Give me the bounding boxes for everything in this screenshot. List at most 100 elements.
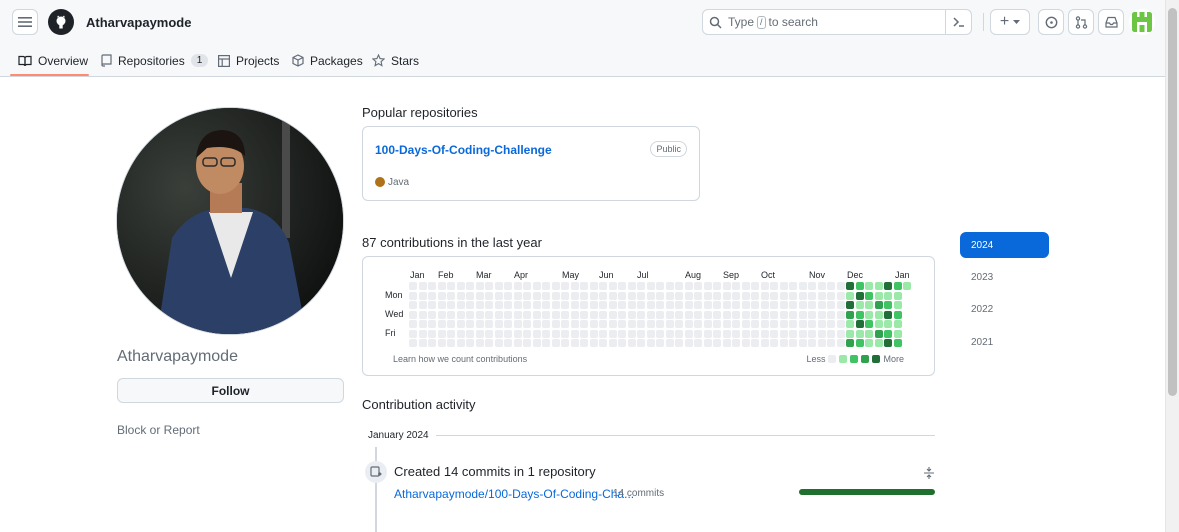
contribution-day-cell[interactable] [494,310,503,319]
contribution-day-cell[interactable] [893,301,902,309]
contribution-day-cell[interactable] [836,301,845,309]
contribution-day-cell[interactable] [589,301,598,309]
contribution-day-cell[interactable] [865,282,873,290]
contribution-day-cell[interactable] [618,329,626,338]
contribution-day-cell[interactable] [779,282,788,290]
contribution-day-cell[interactable] [494,329,503,338]
contribution-day-cell[interactable] [570,291,579,300]
contribution-day-cell[interactable] [846,301,854,309]
fold-icon[interactable] [923,466,935,483]
contribution-day-cell[interactable] [751,282,759,290]
contribution-day-cell[interactable] [589,339,598,347]
contribution-day-cell[interactable] [874,329,883,338]
contribution-day-cell[interactable] [513,329,522,338]
contribution-day-cell[interactable] [751,320,759,328]
contribution-day-cell[interactable] [580,282,588,290]
contribution-day-cell[interactable] [646,339,655,347]
contribution-day-cell[interactable] [589,291,598,300]
contribution-day-cell[interactable] [846,329,854,338]
contribution-day-cell[interactable] [570,310,579,319]
contribution-day-cell[interactable] [466,282,474,290]
contribution-day-cell[interactable] [779,320,788,328]
contribution-day-cell[interactable] [618,310,626,319]
contribution-day-cell[interactable] [827,301,835,309]
contribution-day-cell[interactable] [770,282,778,290]
contribution-day-cell[interactable] [751,301,759,309]
contribution-day-cell[interactable] [656,282,664,290]
contribution-day-cell[interactable] [608,329,617,338]
contribution-day-cell[interactable] [542,282,550,290]
contribution-day-cell[interactable] [656,320,664,328]
contribution-day-cell[interactable] [475,282,484,290]
contribution-day-cell[interactable] [599,301,607,309]
contribution-day-cell[interactable] [580,301,588,309]
contribution-day-cell[interactable] [485,339,493,347]
contribution-day-cell[interactable] [418,320,427,328]
contribution-day-cell[interactable] [874,282,883,290]
contribution-day-cell[interactable] [418,310,427,319]
contribution-day-cell[interactable] [551,310,560,319]
contribution-day-cell[interactable] [827,310,835,319]
contribution-day-cell[interactable] [656,310,664,319]
contribution-day-cell[interactable] [760,329,769,338]
contribution-day-cell[interactable] [618,320,626,328]
contribution-day-cell[interactable] [570,282,579,290]
contribution-day-cell[interactable] [684,282,693,290]
contribution-day-cell[interactable] [884,329,892,338]
contribution-day-cell[interactable] [855,329,864,338]
issues-button[interactable] [1038,9,1064,35]
contribution-day-cell[interactable] [798,339,807,347]
contribution-day-cell[interactable] [684,301,693,309]
contribution-day-cell[interactable] [694,291,702,300]
contribution-day-cell[interactable] [713,282,721,290]
contribution-day-cell[interactable] [865,320,873,328]
contribution-day-cell[interactable] [437,301,446,309]
contribution-day-cell[interactable] [665,320,674,328]
contribution-day-cell[interactable] [798,282,807,290]
contribution-day-cell[interactable] [789,301,797,309]
contribution-day-cell[interactable] [599,282,607,290]
contribution-day-cell[interactable] [475,329,484,338]
contribution-day-cell[interactable] [608,320,617,328]
contribution-day-cell[interactable] [637,291,645,300]
contribution-day-cell[interactable] [874,339,883,347]
contribution-day-cell[interactable] [561,301,569,309]
activity-summary[interactable]: Created 14 commits in 1 repository [394,464,596,479]
contribution-day-cell[interactable] [855,301,864,309]
contribution-day-cell[interactable] [532,320,541,328]
contribution-day-cell[interactable] [703,320,712,328]
contribution-day-cell[interactable] [779,310,788,319]
contribution-day-cell[interactable] [627,282,636,290]
contribution-day-cell[interactable] [665,310,674,319]
contribution-day-cell[interactable] [551,301,560,309]
contribution-day-cell[interactable] [466,320,474,328]
contribution-day-cell[interactable] [836,329,845,338]
search-input[interactable]: Type / to search [702,9,972,35]
contribution-day-cell[interactable] [789,282,797,290]
contribution-day-cell[interactable] [779,291,788,300]
contribution-day-cell[interactable] [684,310,693,319]
contribution-day-cell[interactable] [732,320,740,328]
contribution-day-cell[interactable] [817,339,826,347]
contribution-day-cell[interactable] [475,320,484,328]
contribution-day-cell[interactable] [494,339,503,347]
contribution-day-cell[interactable] [456,339,465,347]
contribution-day-cell[interactable] [523,310,531,319]
contribution-day-cell[interactable] [418,282,427,290]
contribution-day-cell[interactable] [760,339,769,347]
contribution-day-cell[interactable] [494,282,503,290]
contribution-day-cell[interactable] [817,301,826,309]
contribution-day-cell[interactable] [884,291,892,300]
contribution-day-cell[interactable] [618,291,626,300]
contribution-day-cell[interactable] [675,320,683,328]
contribution-day-cell[interactable] [447,282,455,290]
contribution-day-cell[interactable] [732,339,740,347]
contribution-day-cell[interactable] [418,291,427,300]
contribution-day-cell[interactable] [409,310,417,319]
contribution-day-cell[interactable] [580,339,588,347]
contribution-day-cell[interactable] [532,301,541,309]
contribution-day-cell[interactable] [684,291,693,300]
contribution-day-cell[interactable] [532,329,541,338]
contribution-day-cell[interactable] [646,320,655,328]
year-button-2024[interactable]: 2024 [960,232,1049,258]
